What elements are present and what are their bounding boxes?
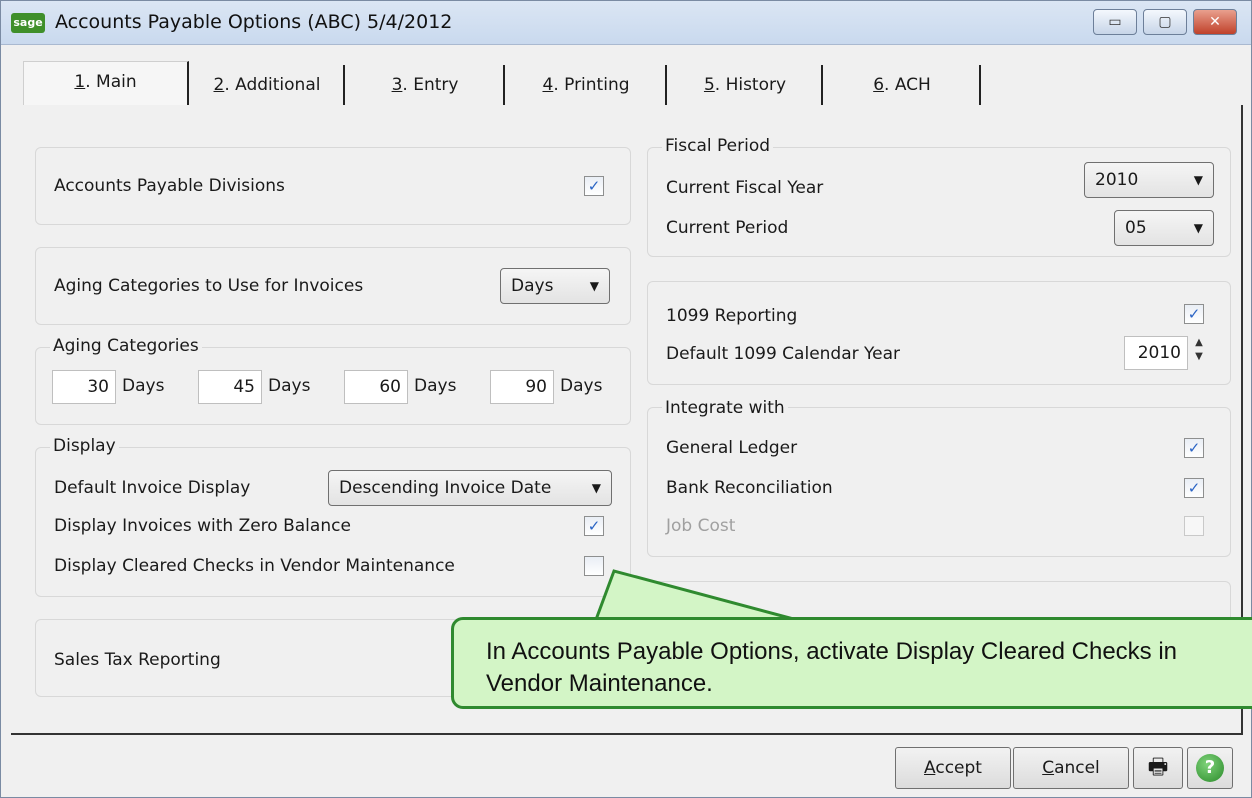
current-period-select[interactable]: 05 ▼ xyxy=(1114,210,1214,246)
zero-balance-label: Display Invoices with Zero Balance xyxy=(54,516,351,536)
tab-ach-key: 6 xyxy=(873,75,885,95)
general-ledger-checkbox[interactable]: ✓ xyxy=(1184,438,1204,458)
aging-days-2-input[interactable]: 45 xyxy=(198,370,262,404)
integrate-group: Integrate with General Ledger ✓ Bank Rec… xyxy=(647,398,1231,557)
divisions-group: Accounts Payable Divisions ✓ xyxy=(35,147,631,225)
options-window: sage Accounts Payable Options (ABC) 5/4/… xyxy=(0,0,1252,798)
display-legend: Display xyxy=(50,436,119,456)
divisions-checkbox[interactable]: ✓ xyxy=(584,176,604,196)
tab-printing-label: . Printing xyxy=(553,75,630,95)
aging-days-1-input[interactable]: 30 xyxy=(52,370,116,404)
reporting-1099-group: 1099 Reporting ✓ Default 1099 Calendar Y… xyxy=(647,281,1231,385)
aging-use-group: Aging Categories to Use for Invoices Day… xyxy=(35,247,631,325)
help-icon: ? xyxy=(1196,754,1224,782)
aging-categories-legend: Aging Categories xyxy=(50,336,202,356)
sales-tax-label: Sales Tax Reporting xyxy=(54,650,221,670)
accept-label: ccept xyxy=(935,758,982,778)
tab-additional-label: . Additional xyxy=(224,75,321,95)
chevron-down-icon: ▼ xyxy=(1193,173,1203,187)
current-period-value: 05 xyxy=(1125,218,1147,238)
current-period-label: Current Period xyxy=(666,218,789,238)
window-title: Accounts Payable Options (ABC) 5/4/2012 xyxy=(55,11,453,33)
tab-main-key: 1 xyxy=(74,72,86,92)
fiscal-year-select[interactable]: 2010 ▼ xyxy=(1084,162,1214,198)
job-cost-checkbox[interactable] xyxy=(1184,516,1204,536)
tab-printing[interactable]: 4. Printing xyxy=(507,65,667,105)
printer-icon: 🖶 xyxy=(1147,755,1169,780)
fiscal-year-value: 2010 xyxy=(1095,170,1139,190)
default-invoice-value: Descending Invoice Date xyxy=(339,478,552,498)
tab-additional[interactable]: 2. Additional xyxy=(191,65,345,105)
tab-entry-label: . Entry xyxy=(402,75,459,95)
year-spinner[interactable]: ▲ ▼ xyxy=(1192,336,1206,370)
display-group: Display Default Invoice Display Descendi… xyxy=(35,436,631,597)
callout-text: In Accounts Payable Options, activate Di… xyxy=(486,638,1178,697)
tab-additional-key: 2 xyxy=(213,75,225,95)
close-button[interactable]: ✕ xyxy=(1193,9,1237,35)
tab-history-label: . History xyxy=(714,75,787,95)
title-bar: sage Accounts Payable Options (ABC) 5/4/… xyxy=(1,1,1251,45)
fiscal-period-legend: Fiscal Period xyxy=(662,136,774,156)
tab-history[interactable]: 5. History xyxy=(669,65,823,105)
cleared-checks-label: Display Cleared Checks in Vendor Mainten… xyxy=(54,556,455,576)
integrate-legend: Integrate with xyxy=(662,398,788,418)
maximize-button[interactable]: ▢ xyxy=(1143,9,1187,35)
chevron-down-icon: ▼ xyxy=(589,279,599,293)
bank-reconciliation-checkbox[interactable]: ✓ xyxy=(1184,478,1204,498)
help-button[interactable]: ? xyxy=(1187,747,1233,789)
tab-main-label: . Main xyxy=(85,72,137,92)
general-ledger-label: General Ledger xyxy=(666,438,798,458)
aging-use-select[interactable]: Days ▼ xyxy=(500,268,610,304)
fiscal-period-group: Fiscal Period Current Fiscal Year 2010 ▼… xyxy=(647,136,1231,257)
divisions-label: Accounts Payable Divisions xyxy=(54,176,285,196)
cancel-label: ancel xyxy=(1054,758,1100,778)
accept-key: A xyxy=(924,758,936,778)
reporting-1099-checkbox[interactable]: ✓ xyxy=(1184,304,1204,324)
cancel-key: C xyxy=(1042,758,1055,778)
tab-entry[interactable]: 3. Entry xyxy=(347,65,505,105)
print-button[interactable]: 🖶 xyxy=(1133,747,1183,789)
aging-categories-group: Aging Categories 30 Days 45 Days 60 Days… xyxy=(35,336,631,425)
sage-logo: sage xyxy=(11,13,45,33)
aging-days-3-input[interactable]: 60 xyxy=(344,370,408,404)
aging-days-2-unit: Days xyxy=(268,376,311,396)
job-cost-label: Job Cost xyxy=(666,516,736,536)
tab-printing-key: 4 xyxy=(542,75,554,95)
bank-reconciliation-label: Bank Reconciliation xyxy=(666,478,833,498)
tab-history-key: 5 xyxy=(703,75,715,95)
reporting-1099-label: 1099 Reporting xyxy=(666,306,798,326)
tab-ach[interactable]: 6. ACH xyxy=(825,65,981,105)
aging-days-4-input[interactable]: 90 xyxy=(490,370,554,404)
fiscal-year-label: Current Fiscal Year xyxy=(666,178,824,198)
instruction-callout: In Accounts Payable Options, activate Di… xyxy=(451,617,1252,709)
tab-entry-key: 3 xyxy=(391,75,403,95)
aging-days-3-unit: Days xyxy=(414,376,457,396)
default-1099-year-label: Default 1099 Calendar Year xyxy=(666,344,901,364)
default-1099-year-input[interactable]: 2010 xyxy=(1124,336,1188,370)
tab-ach-label: . ACH xyxy=(884,75,931,95)
minimize-button[interactable]: ▭ xyxy=(1093,9,1137,35)
aging-use-label: Aging Categories to Use for Invoices xyxy=(54,276,364,296)
default-invoice-label: Default Invoice Display xyxy=(54,478,251,498)
accept-button[interactable]: Accept xyxy=(895,747,1011,789)
aging-use-value: Days xyxy=(511,276,554,296)
aging-days-1-unit: Days xyxy=(122,376,165,396)
chevron-down-icon: ▼ xyxy=(1193,221,1203,235)
zero-balance-checkbox[interactable]: ✓ xyxy=(584,516,604,536)
cancel-button[interactable]: Cancel xyxy=(1013,747,1129,789)
default-invoice-select[interactable]: Descending Invoice Date ▼ xyxy=(328,470,612,506)
tab-main[interactable]: 1. Main xyxy=(23,61,189,107)
chevron-down-icon: ▼ xyxy=(591,481,601,495)
aging-days-4-unit: Days xyxy=(560,376,603,396)
